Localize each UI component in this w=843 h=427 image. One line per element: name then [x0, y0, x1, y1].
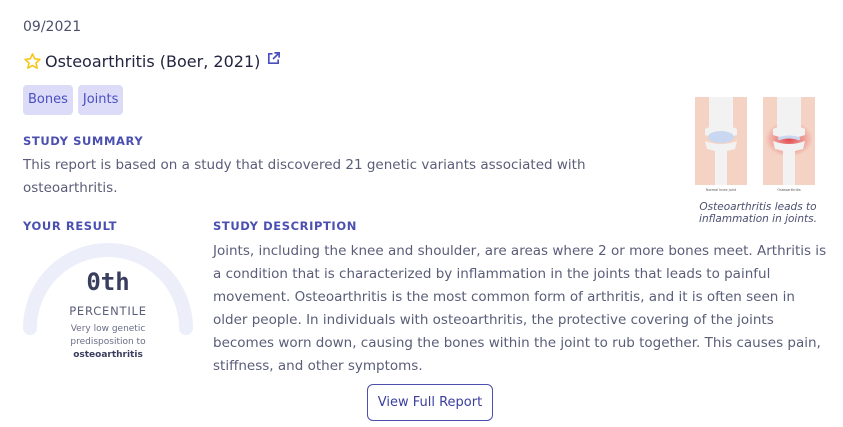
- osteoarthritis-label: Osteoarthritis: [777, 188, 800, 192]
- summary-heading: STUDY SUMMARY: [23, 134, 144, 148]
- predisposition-trait: osteoarthritis: [73, 350, 143, 360]
- study-date: 09/2021: [23, 19, 82, 35]
- knee-joint-illustration: Normal knee joint Osteoarthritis: [695, 97, 815, 192]
- description-text: Joints, including the knee and shoulder,…: [213, 243, 827, 374]
- study-title: Osteoarthritis (Boer, 2021): [45, 51, 261, 71]
- summary-text: This report is based on a study that dis…: [23, 157, 586, 196]
- percentile-value: 0th: [86, 268, 130, 296]
- description-heading: STUDY DESCRIPTION: [213, 219, 357, 233]
- tag-bones[interactable]: Bones: [23, 85, 73, 115]
- percentile-unit: PERCENTILE: [69, 304, 147, 318]
- star-outline-icon[interactable]: [23, 52, 42, 71]
- predisposition-note: Very low genetic predisposition to osteo…: [53, 323, 163, 362]
- tag-list: Bones Joints: [23, 85, 124, 115]
- percentile-gauge: 0th PERCENTILE Very low genetic predispo…: [23, 240, 193, 370]
- predisposition-text: Very low genetic predisposition to: [70, 324, 146, 347]
- illustration-caption: Osteoarthritis leads to inflammation in …: [699, 201, 817, 225]
- title-row: Osteoarthritis (Boer, 2021): [23, 50, 281, 72]
- view-full-report-button[interactable]: View Full Report: [367, 384, 493, 421]
- tag-joints[interactable]: Joints: [77, 85, 124, 115]
- normal-joint-label: Normal knee joint: [706, 188, 737, 192]
- external-link-icon[interactable]: [266, 51, 281, 66]
- result-heading: YOUR RESULT: [23, 219, 118, 233]
